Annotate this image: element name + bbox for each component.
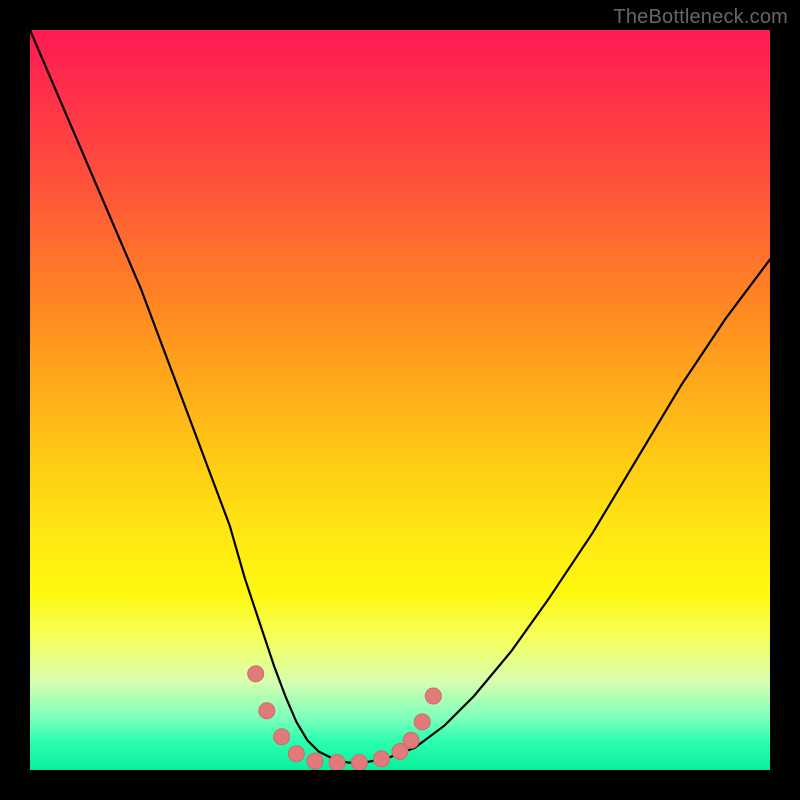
watermark-text: TheBottleneck.com bbox=[613, 6, 788, 29]
curve-marker-1 bbox=[259, 703, 275, 719]
bottleneck-curve bbox=[30, 30, 770, 763]
curve-marker-7 bbox=[374, 751, 390, 767]
curve-marker-11 bbox=[425, 688, 441, 704]
curve-markers bbox=[248, 666, 442, 770]
curve-marker-3 bbox=[288, 746, 304, 762]
chart-frame: TheBottleneck.com bbox=[0, 0, 800, 800]
chart-svg-layer bbox=[30, 30, 770, 770]
curve-marker-6 bbox=[351, 755, 367, 770]
curve-marker-10 bbox=[414, 714, 430, 730]
curve-marker-4 bbox=[307, 753, 323, 769]
curve-marker-5 bbox=[329, 755, 345, 770]
curve-marker-0 bbox=[248, 666, 264, 682]
curve-marker-2 bbox=[274, 729, 290, 745]
curve-marker-9 bbox=[403, 732, 419, 748]
